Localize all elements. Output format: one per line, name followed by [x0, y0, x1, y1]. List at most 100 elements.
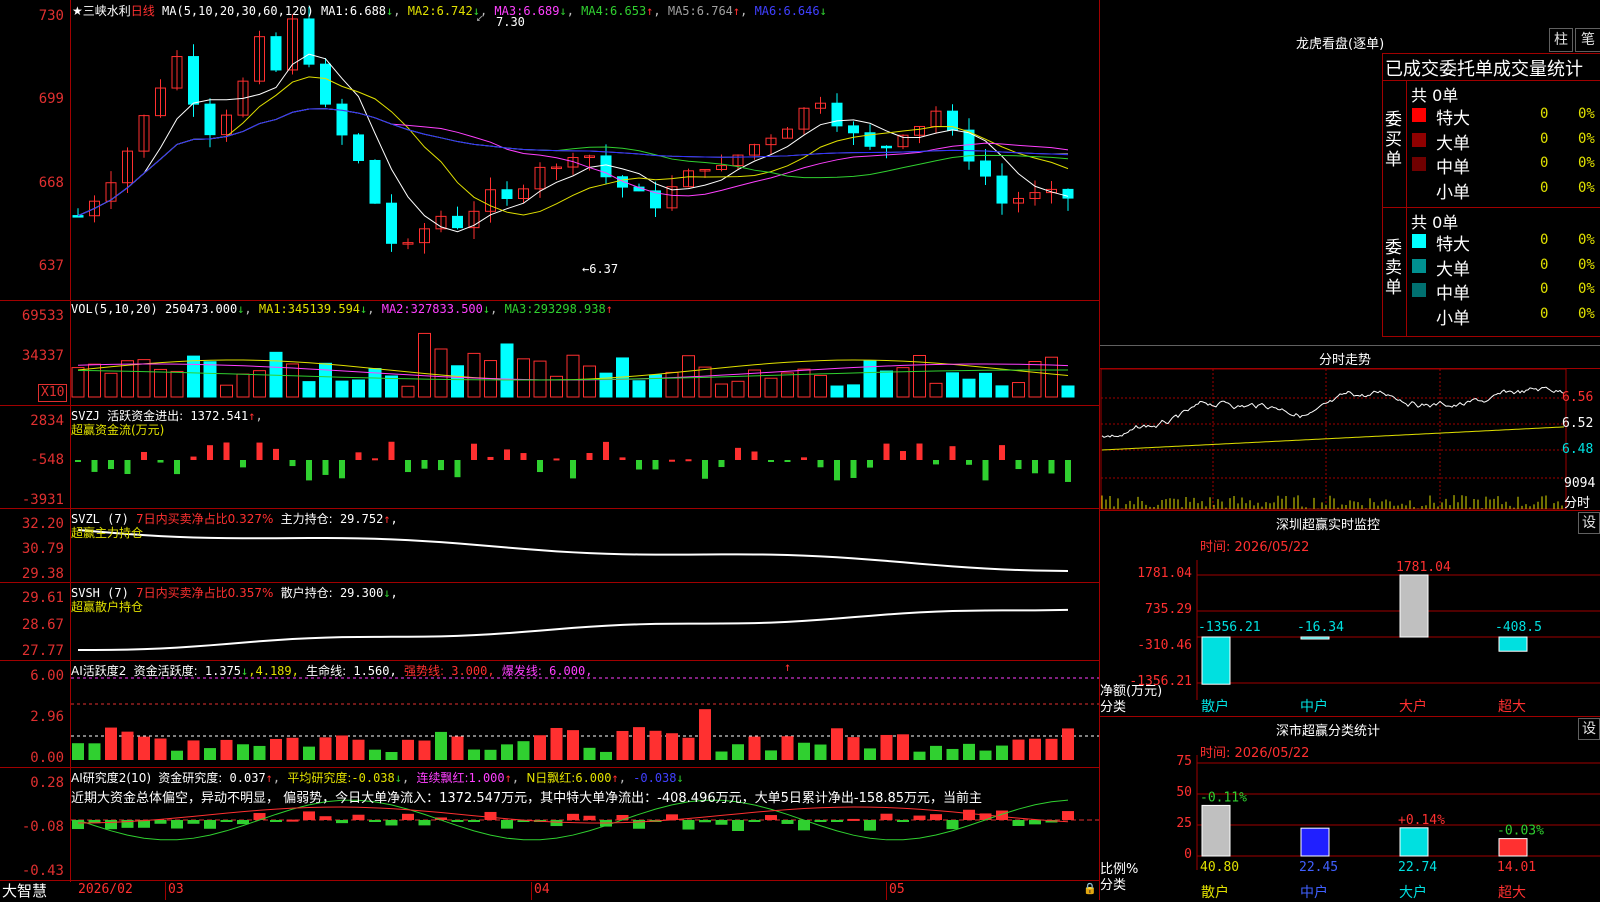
flow-bar — [339, 460, 345, 479]
volume-bar — [698, 366, 712, 398]
candle-body — [369, 159, 381, 204]
volume-bar — [599, 372, 613, 398]
avg-research-arrow: ↓ — [394, 771, 402, 785]
ma-params: MA(5,10,20,30,60,120) — [162, 4, 314, 18]
activity-bar — [633, 727, 645, 760]
svzl-axis-label: 30.79 — [21, 541, 64, 557]
volume-bar — [781, 372, 794, 398]
dragon-title: 龙虎看盘(逐单) — [1296, 37, 1385, 52]
life-line-label: 生命线: — [306, 664, 347, 678]
sz-monitor-axis-label: 735.29 — [1145, 602, 1192, 617]
flow-bar — [933, 460, 939, 465]
research-bar — [451, 820, 464, 822]
activity-bar — [402, 739, 414, 760]
research-bar — [286, 819, 299, 822]
flow-bar — [471, 443, 477, 460]
activity-bar — [88, 743, 101, 760]
activity-bar — [154, 738, 167, 760]
sz-monitor-axis-label: 1781.04 — [1137, 566, 1192, 581]
activity-bar — [963, 743, 975, 760]
candle-body — [188, 56, 199, 105]
sell-row: 特大 0 0% — [1410, 230, 1600, 255]
flow-bar — [108, 460, 114, 470]
ai-research-value: 0.037 — [229, 771, 266, 785]
sz-class-axis-label: 50 — [1176, 785, 1192, 800]
row-label: 特大 — [1436, 235, 1470, 255]
svzl-ratio: 7日内买卖净占比0.327% — [136, 512, 274, 526]
research-bar — [204, 820, 216, 829]
tick-view-button[interactable]: 笔 — [1575, 28, 1600, 52]
flow-bar — [966, 460, 972, 465]
sz-class-settings-button[interactable]: 设 — [1578, 718, 1600, 740]
research-bar — [616, 814, 629, 820]
red-streak-value: 1.000 — [468, 771, 505, 785]
svzj-arrow: ↑ — [248, 409, 256, 423]
vol-ma3-arrow: ↑ — [605, 302, 613, 316]
flow-bar — [438, 460, 444, 471]
svzj-subtitle: 超赢资金流(万元) — [71, 423, 165, 437]
vol-value: 250473.000 — [164, 302, 238, 316]
research-bar — [171, 820, 183, 829]
row-count: 0 — [1540, 305, 1549, 322]
flow-bar — [174, 460, 180, 475]
research-bar — [567, 813, 579, 820]
vol-ma3-value: 293298.938 — [533, 302, 606, 316]
vol-axis-label: 69533 — [21, 308, 64, 324]
favorite-star-icon[interactable]: ★ — [72, 4, 83, 18]
bar-view-button[interactable]: 柱 — [1549, 28, 1573, 52]
intraday-axis-label: 6.52 — [1562, 416, 1594, 431]
activity-bar — [121, 731, 134, 760]
flow-bar — [240, 460, 246, 468]
ai-research-arrow: ↑ — [265, 771, 273, 785]
ma4-arrow: ↑ — [646, 4, 654, 18]
last-research-value: -0.038 — [633, 771, 677, 785]
volume-bar — [946, 372, 959, 398]
research-bar — [369, 820, 381, 822]
row-percent: 0% — [1578, 179, 1595, 196]
lock-icon[interactable]: 🔒 — [1083, 882, 1097, 895]
vol-ma2-value: 327833.500 — [410, 302, 483, 316]
research-bar — [831, 820, 843, 822]
candle-body — [303, 18, 315, 65]
volume-bar — [451, 365, 464, 398]
research-bar — [1062, 811, 1074, 820]
svzl-hold-label: 主力持仓: — [280, 512, 333, 526]
flow-bar — [553, 458, 560, 461]
sell-orders-label: 委卖单 — [1385, 238, 1402, 298]
ma1-label: MA1: — [320, 4, 350, 18]
vol-ma-line — [77, 369, 1069, 381]
flow-bar — [289, 460, 296, 467]
volume-bar — [665, 371, 679, 398]
volume-bar — [929, 382, 943, 398]
volume-bar — [715, 383, 728, 398]
flow-bar — [850, 460, 857, 478]
flow-bar — [124, 460, 131, 475]
activity-bar — [220, 739, 233, 760]
flow-bar — [685, 459, 692, 462]
activity-bar — [913, 751, 926, 760]
research-bar — [385, 820, 398, 826]
low-price-note: ←6.37 — [582, 262, 619, 276]
sz-monitor-settings-button[interactable]: 设 — [1578, 512, 1600, 534]
period-label[interactable]: 日线 — [131, 4, 155, 18]
candle-body — [336, 103, 348, 136]
high-price-note: 7.30 — [496, 15, 525, 29]
volume-bar — [1028, 361, 1042, 398]
activity-bar — [831, 728, 843, 760]
research-bar — [154, 820, 167, 824]
vol-title: VOL(5,10,20) — [71, 302, 158, 316]
flow-bar — [537, 460, 543, 473]
ai-active-value2: ,4.189, — [248, 664, 299, 678]
research-bar — [781, 820, 794, 824]
candle-body — [600, 155, 612, 178]
volume-bar — [1061, 385, 1075, 398]
sz-monitor-axis-label: -310.46 — [1137, 638, 1192, 653]
activity-bar — [847, 737, 860, 760]
ai-research-title: AI研究度2(10) — [71, 771, 152, 785]
sz-monitor-time: 时间: 2026/05/22 — [1200, 540, 1310, 555]
ai-active-axis-label: 0.00 — [30, 750, 64, 766]
volume-bar — [830, 385, 844, 398]
candle-body — [617, 176, 628, 188]
main-hold-line — [77, 529, 1069, 572]
activity-bar — [996, 745, 1008, 760]
